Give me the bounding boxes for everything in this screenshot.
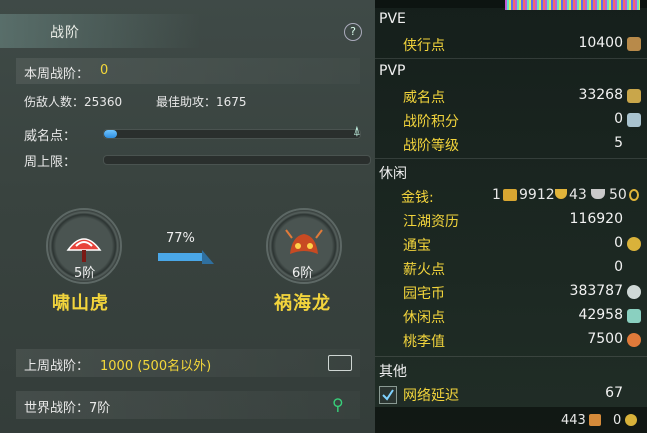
world-rank-label: 世界战阶：7阶: [24, 401, 111, 416]
fame-label: 威名点：: [24, 129, 77, 144]
house-coin-icon: [627, 285, 641, 299]
weekly-cap-bar: [103, 155, 371, 165]
weekly-cap-label: 周上限：: [24, 155, 77, 170]
weekly-rank-row: 本周战阶： 0: [16, 58, 360, 84]
xiaxing-row: 侠行点 10400: [375, 32, 647, 56]
taoli-row: 桃李值 7500: [375, 328, 647, 352]
header-highlight: [0, 14, 200, 48]
tongbao-coin-icon: [627, 237, 641, 251]
currency-stats-panel: PVE 侠行点 10400 PVP 威名点 33268 战阶积分 0 战阶等级 …: [375, 0, 647, 433]
footer-bar: 443 0: [375, 407, 647, 433]
coin-icon: [625, 414, 637, 426]
footer-count: 443: [561, 413, 586, 428]
divider: [375, 158, 647, 159]
pvp-rank-panel: 战阶 ? 本周战阶： 0 伤敌人数：25360 最佳助攻：1675 威名点： ⍋…: [0, 0, 375, 433]
peach-icon: [627, 333, 641, 347]
last-week-value: 1000 (500名以外): [100, 359, 212, 374]
leaf-icon: [627, 309, 641, 323]
chest-icon[interactable]: [328, 355, 352, 371]
tongbao-row: 通宝 0: [375, 232, 647, 256]
taoli-label: 桃李值: [403, 334, 445, 350]
money-label: 金钱:: [401, 190, 434, 206]
location-pin-icon[interactable]: ⚲: [332, 395, 344, 414]
weiming-row: 威名点 33268: [375, 84, 647, 108]
current-rank-name: 啸山虎: [52, 293, 109, 314]
tongbao-value: 0: [614, 235, 623, 251]
xiuxian-value: 42958: [578, 307, 623, 323]
xiaxing-label: 侠行点: [403, 38, 445, 54]
money-silver: 9912: [519, 187, 555, 203]
kill-stats-row: 伤敌人数：25360 最佳助攻：1675: [16, 92, 360, 110]
weekly-rank-value: 0: [100, 63, 109, 78]
xiaxing-value: 10400: [578, 35, 623, 51]
xiuxian-row: 休闲点 42958: [375, 304, 647, 328]
progress-arrow-icon: [158, 250, 214, 264]
top-status-strip: [505, 0, 640, 10]
weiming-label: 威名点: [403, 90, 445, 106]
yuanzhai-row: 园宅币 383787: [375, 280, 647, 304]
last-week-label: 上周战阶：: [24, 359, 90, 374]
fame-badge-icon: [627, 89, 641, 103]
money-row: 金钱: 1 9912 43 50: [375, 184, 647, 208]
zhanjie-jifen-value: 0: [614, 111, 623, 127]
panel-title: 战阶: [50, 25, 80, 41]
pve-header: PVE: [379, 11, 406, 27]
latency-row: 网络延迟 67: [375, 382, 647, 406]
next-rank-name: 祸海龙: [274, 293, 331, 314]
current-rank-level: 5阶: [74, 266, 96, 281]
zhanjie-jifen-row: 战阶积分 0: [375, 108, 647, 132]
xinhuo-value: 0: [614, 259, 623, 275]
weekly-cap-row: 周上限：: [16, 150, 371, 170]
latency-value: 67: [605, 385, 623, 401]
taoli-value: 7500: [587, 331, 623, 347]
yuanzhai-label: 园宅币: [403, 286, 445, 302]
silver-ingot-icon: [555, 189, 567, 199]
xiuxian-label: 休闲点: [403, 310, 445, 326]
rank-progress-percent: 77%: [166, 231, 195, 246]
panel-header: 战阶 ?: [0, 14, 375, 48]
bag-icon[interactable]: [589, 414, 601, 426]
fame-progress-fill: [104, 130, 117, 138]
weiming-value: 33268: [578, 87, 623, 103]
zhanjie-dengji-value: 5: [614, 135, 623, 151]
jianghu-value: 116920: [569, 211, 623, 227]
other-header: 其他: [379, 364, 407, 380]
sword-icon: [627, 37, 641, 51]
money-copper2: 50: [609, 187, 627, 203]
crystal-icon: [627, 113, 641, 127]
help-icon[interactable]: ?: [344, 23, 362, 41]
jianghu-label: 江湖资历: [403, 214, 459, 230]
world-rank-row: 世界战阶：7阶 ⚲: [16, 391, 360, 419]
xinhuo-label: 薪火点: [403, 262, 445, 278]
latency-label: 网络延迟: [403, 388, 459, 404]
weekly-rank-label: 本周战阶：: [24, 67, 90, 82]
gold-ingot-icon: [503, 189, 517, 201]
next-rank-level: 6阶: [292, 266, 314, 281]
leisure-header: 休闲: [379, 166, 407, 182]
zhanjie-jifen-label: 战阶积分: [403, 114, 459, 130]
copper-coin-icon: [629, 189, 639, 201]
zhanjie-dengji-label: 战阶等级: [403, 138, 459, 154]
yuanzhai-value: 383787: [569, 283, 623, 299]
zhanjie-dengji-row: 战阶等级 5: [375, 132, 647, 156]
last-week-row: 上周战阶： 1000 (500名以外): [16, 349, 360, 377]
money-gold: 1: [492, 187, 501, 203]
best-assist: 最佳助攻：1675: [156, 95, 247, 109]
divider: [375, 356, 647, 357]
fame-progress-bar: [103, 129, 361, 139]
coin-icon: [591, 189, 605, 199]
tongbao-label: 通宝: [403, 238, 431, 254]
kills-count: 伤敌人数：25360: [24, 95, 123, 109]
fame-row: 威名点： ⍋: [16, 124, 361, 144]
footer-coin-value: 0: [613, 413, 622, 428]
pvp-header: PVP: [379, 63, 406, 79]
xinhuo-row: 薪火点 0: [375, 256, 647, 280]
money-copper1: 43: [569, 187, 587, 203]
cap-marker-icon: ⍋: [353, 124, 361, 139]
divider: [375, 58, 647, 59]
jianghu-row: 江湖资历 116920: [375, 208, 647, 232]
